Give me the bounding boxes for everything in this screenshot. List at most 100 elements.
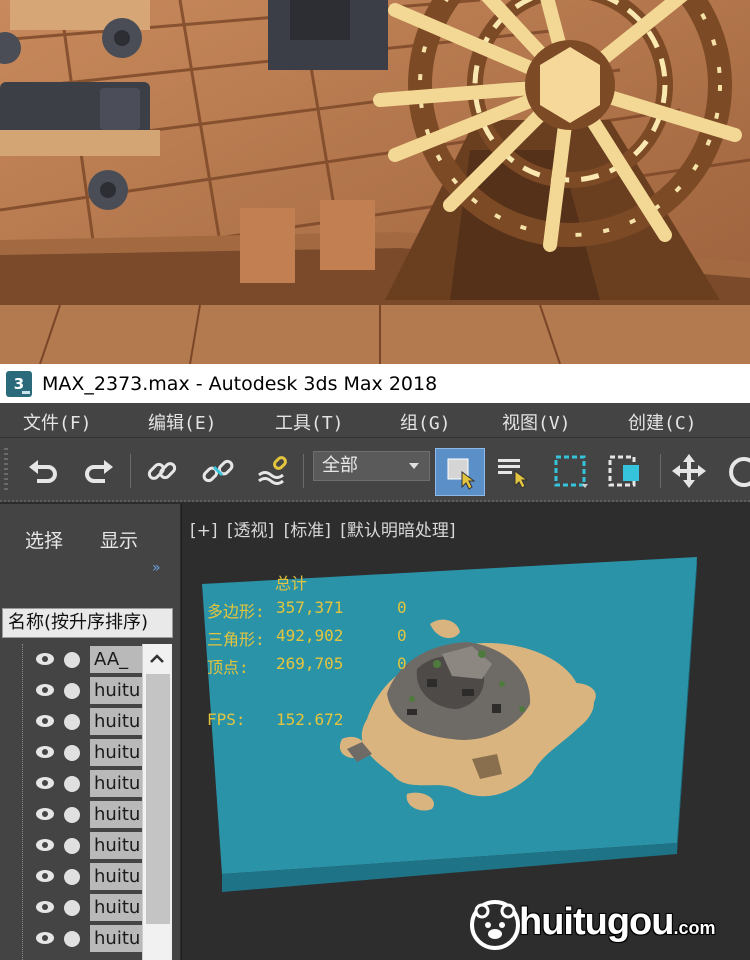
freeze-toggle-icon[interactable] xyxy=(64,931,80,947)
list-item[interactable]: huitu xyxy=(0,861,145,892)
freeze-toggle-icon[interactable] xyxy=(64,745,80,761)
list-item[interactable]: huitu xyxy=(0,830,145,861)
list-item[interactable]: huitu xyxy=(0,675,145,706)
freeze-toggle-icon[interactable] xyxy=(64,776,80,792)
toolbar-separator xyxy=(660,454,661,488)
redo-button[interactable] xyxy=(78,450,120,492)
menu-create[interactable]: 创建(C) xyxy=(628,409,697,435)
window-crossing-icon xyxy=(608,455,639,487)
freeze-toggle-icon[interactable] xyxy=(64,869,80,885)
title-bar: 3 MAX_2373.max - Autodesk 3ds Max 2018 xyxy=(0,364,750,403)
scroll-up-icon[interactable] xyxy=(146,648,168,670)
freeze-toggle-icon[interactable] xyxy=(64,807,80,823)
move-icon xyxy=(672,454,706,488)
menu-edit[interactable]: 编辑(E) xyxy=(148,409,217,435)
list-item[interactable]: huitu xyxy=(0,923,145,954)
visibility-eye-icon[interactable] xyxy=(35,900,55,914)
explorer-name-column-header[interactable]: 名称(按升序排序) xyxy=(2,608,173,638)
island-scene-render xyxy=(202,557,697,892)
3dsmax-app-icon[interactable]: 3 xyxy=(6,370,32,397)
chevron-down-icon xyxy=(409,463,419,469)
stats-label: 顶点: xyxy=(207,658,249,677)
freeze-toggle-icon[interactable] xyxy=(64,838,80,854)
bind-spacewarp-icon xyxy=(258,456,287,485)
undo-icon xyxy=(29,460,57,483)
object-name: huitu xyxy=(90,801,142,828)
toolbar-separator xyxy=(130,454,131,488)
list-item[interactable]: huitu xyxy=(0,706,145,737)
link-button[interactable] xyxy=(141,450,183,492)
ship-deck-illustration xyxy=(0,0,750,364)
visibility-eye-icon[interactable] xyxy=(35,683,55,697)
selection-filter-value: 全部 xyxy=(322,455,358,476)
menu-bar: 文件(F) 编辑(E) 工具(T) 组(G) 视图(V) 创建(C) xyxy=(0,403,750,438)
visibility-eye-icon[interactable] xyxy=(35,714,55,728)
stats-label: 三角形: xyxy=(207,630,265,649)
explorer-tab-display[interactable]: 显示 xyxy=(100,526,138,553)
menu-file[interactable]: 文件(F) xyxy=(23,409,92,435)
visibility-eye-icon[interactable] xyxy=(35,776,55,790)
stats-selected-value: 0 xyxy=(397,626,407,645)
select-by-name-icon xyxy=(498,459,529,489)
visibility-eye-icon[interactable] xyxy=(35,807,55,821)
rotate-button[interactable] xyxy=(722,450,750,492)
toolbar-separator xyxy=(303,454,304,488)
rectangular-selection-button[interactable] xyxy=(549,450,591,492)
visibility-eye-icon[interactable] xyxy=(35,838,55,852)
redo-icon xyxy=(85,460,113,483)
perspective-viewport[interactable]: [+] [透视] [标准] [默认明暗处理] 总计 多边形: 357,371 0… xyxy=(181,504,750,960)
freeze-toggle-icon[interactable] xyxy=(64,652,80,668)
bear-logo-icon xyxy=(470,900,520,950)
object-name: huitu xyxy=(90,832,142,859)
explorer-scrollbar[interactable] xyxy=(142,644,172,960)
object-name: huitu xyxy=(90,739,142,766)
menu-views[interactable]: 视图(V) xyxy=(502,409,571,435)
visibility-eye-icon[interactable] xyxy=(35,931,55,945)
stats-total-header: 总计 xyxy=(275,574,308,593)
scrollbar-thumb[interactable] xyxy=(146,674,170,924)
fps-value: 152.672 xyxy=(276,710,344,729)
select-object-button[interactable] xyxy=(435,448,485,496)
bind-spacewarp-button[interactable] xyxy=(253,450,295,492)
link-icon xyxy=(147,462,177,480)
expand-more-icon[interactable]: » xyxy=(152,560,161,576)
object-name: huitu xyxy=(90,894,142,921)
menu-group[interactable]: 组(G) xyxy=(400,409,451,435)
stats-selected-value: 0 xyxy=(397,598,407,617)
window-title: MAX_2373.max - Autodesk 3ds Max 2018 xyxy=(42,372,438,395)
object-name: huitu xyxy=(90,677,142,704)
stats-total-value: 269,705 xyxy=(276,654,344,673)
visibility-eye-icon[interactable] xyxy=(35,869,55,883)
fps-label: FPS: xyxy=(207,710,246,729)
unlink-icon xyxy=(202,459,234,483)
object-name: AA_ xyxy=(90,646,142,673)
list-item[interactable]: AA_ xyxy=(0,644,145,675)
visibility-eye-icon[interactable] xyxy=(35,745,55,759)
window-crossing-button[interactable] xyxy=(604,450,646,492)
freeze-toggle-icon[interactable] xyxy=(64,714,80,730)
stats-total-value: 357,371 xyxy=(276,598,344,617)
list-item[interactable]: huitu xyxy=(0,737,145,768)
list-item[interactable]: huitu xyxy=(0,892,145,923)
stats-total-value: 492,902 xyxy=(276,626,344,645)
undo-button[interactable] xyxy=(22,450,64,492)
list-item[interactable]: huitu xyxy=(0,768,145,799)
stats-label: 多边形: xyxy=(207,602,265,621)
menu-tools[interactable]: 工具(T) xyxy=(275,409,344,435)
list-item[interactable]: huitu xyxy=(0,799,145,830)
object-name: huitu xyxy=(90,708,142,735)
object-name: huitu xyxy=(90,925,142,952)
scene-object-list: AA_ huitu huitu huitu huitu huitu huitu … xyxy=(0,644,180,960)
toolbar-grip[interactable] xyxy=(4,448,8,492)
explorer-tab-select[interactable]: 选择 xyxy=(25,526,63,553)
object-name: huitu xyxy=(90,770,142,797)
move-button[interactable] xyxy=(668,450,710,492)
watermark-brand-text: huitugou.com xyxy=(519,901,716,943)
select-by-name-button[interactable] xyxy=(492,450,534,492)
freeze-toggle-icon[interactable] xyxy=(64,683,80,699)
watermark: huitugou.com xyxy=(469,895,739,955)
unlink-button[interactable] xyxy=(197,450,239,492)
freeze-toggle-icon[interactable] xyxy=(64,900,80,916)
selection-filter-dropdown[interactable]: 全部 xyxy=(313,451,430,481)
visibility-eye-icon[interactable] xyxy=(35,652,55,666)
